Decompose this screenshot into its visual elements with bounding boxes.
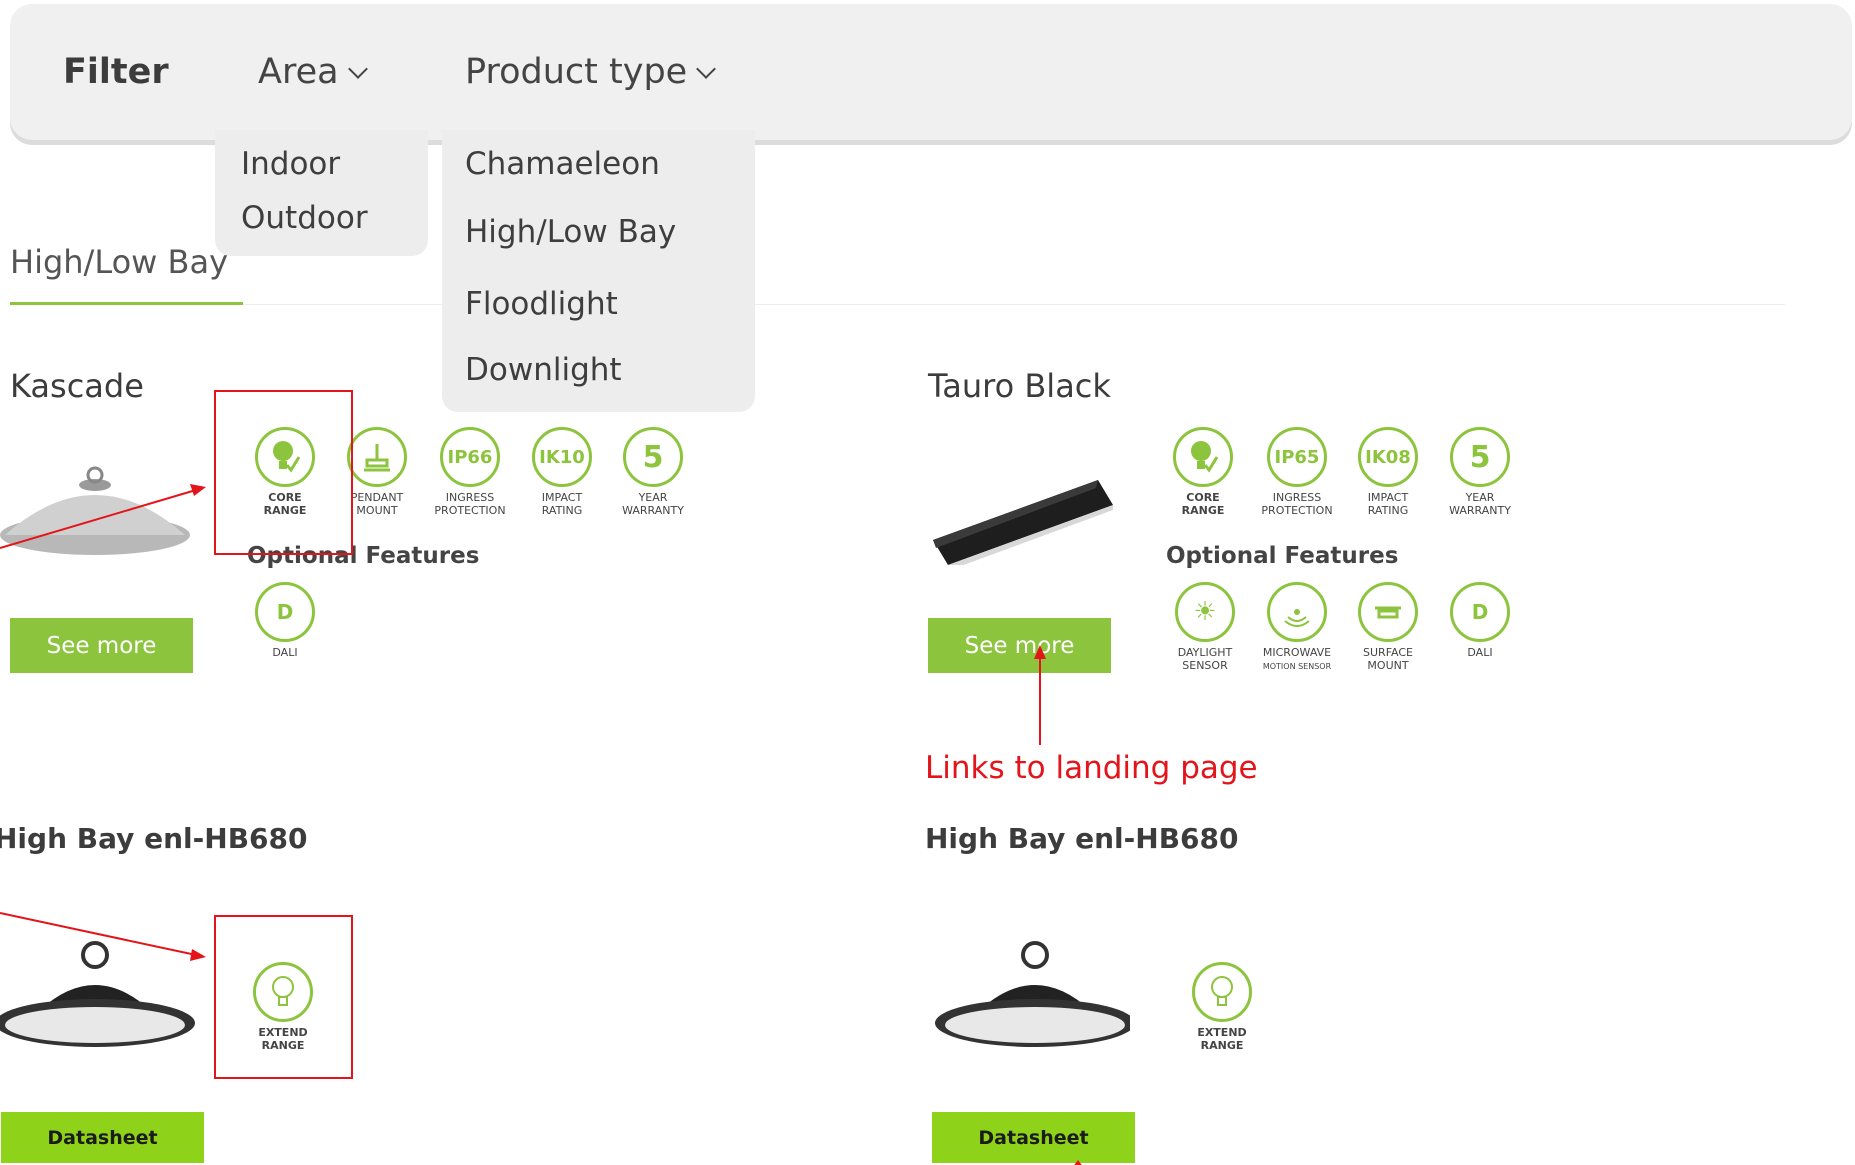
surface-icon bbox=[1358, 582, 1418, 642]
see-more-button[interactable]: See more bbox=[10, 618, 193, 673]
sun-icon: ☀ bbox=[1175, 582, 1235, 642]
product-image bbox=[935, 941, 1130, 1047]
area-menu: Indoor Outdoor bbox=[215, 130, 428, 256]
product-type-option-chamaeleon[interactable]: Chamaeleon bbox=[465, 146, 660, 182]
dali-icon: D bbox=[1450, 582, 1510, 642]
annotation-text: Links to landing page bbox=[925, 750, 1258, 786]
lightbulb-icon bbox=[1192, 962, 1252, 1022]
icon-label: SURFACE bbox=[1363, 646, 1413, 659]
lightbulb-check-icon bbox=[1173, 427, 1233, 487]
chevron-down-icon bbox=[347, 59, 368, 79]
area-option-indoor[interactable]: Indoor bbox=[241, 146, 340, 182]
section-underline bbox=[10, 302, 243, 305]
microwave-sensor-badge: MICROWAVE MOTION SENSOR bbox=[1247, 582, 1347, 673]
icon-label: RANGE bbox=[1181, 504, 1225, 517]
core-range-badge: CORE RANGE bbox=[1153, 427, 1253, 517]
icon-label: EXTEND bbox=[1197, 1026, 1247, 1039]
icon-label: YEAR bbox=[638, 491, 668, 504]
dali-icon: D bbox=[255, 582, 315, 642]
icon-label: SENSOR bbox=[1182, 659, 1228, 672]
surface-mount-badge: SURFACE MOUNT bbox=[1338, 582, 1438, 672]
five-year-icon: 5 bbox=[623, 427, 683, 487]
annotation-highlight-box bbox=[214, 390, 353, 555]
product-title: Kascade bbox=[10, 367, 144, 405]
icon-label: RANGE bbox=[1200, 1039, 1244, 1052]
icon-label: INGRESS bbox=[1272, 491, 1322, 504]
icon-label: RATING bbox=[1367, 504, 1409, 517]
datasheet-button[interactable]: Datasheet bbox=[932, 1112, 1135, 1163]
annotation-arrow bbox=[1034, 645, 1046, 745]
product-title: Tauro Black bbox=[928, 367, 1111, 405]
product-type-option-downlight[interactable]: Downlight bbox=[465, 352, 622, 388]
icon-label: PROTECTION bbox=[1261, 504, 1333, 517]
filter-title: Filter bbox=[63, 52, 169, 92]
five-year-icon: 5 bbox=[1450, 427, 1510, 487]
area-dropdown-label: Area bbox=[258, 52, 339, 92]
year-warranty-badge: 5 YEAR WARRANTY bbox=[1430, 427, 1530, 517]
icon-label: WARRANTY bbox=[1449, 504, 1511, 517]
annotation-arrow bbox=[0, 912, 206, 961]
datasheet-button[interactable]: Datasheet bbox=[1, 1112, 204, 1163]
ik08-icon: IK08 bbox=[1358, 427, 1418, 487]
product-title: High Bay enl-HB680 bbox=[925, 822, 1239, 855]
icon-label: CORE bbox=[1186, 491, 1220, 504]
pendant-icon bbox=[347, 427, 407, 487]
wave-icon bbox=[1267, 582, 1327, 642]
icon-label: WARRANTY bbox=[622, 504, 684, 517]
section-divider bbox=[10, 304, 1785, 305]
dali-badge: D DALI bbox=[1430, 582, 1530, 659]
icon-label: PENDANT bbox=[350, 491, 404, 504]
ingress-protection-badge: IP65 INGRESS PROTECTION bbox=[1247, 427, 1347, 517]
icon-label: INGRESS bbox=[445, 491, 495, 504]
ik10-icon: IK10 bbox=[532, 427, 592, 487]
icon-label: DALI bbox=[272, 646, 298, 659]
daylight-sensor-badge: ☀ DAYLIGHT SENSOR bbox=[1155, 582, 1255, 672]
icon-label: PROTECTION bbox=[434, 504, 506, 517]
product-type-option-floodlight[interactable]: Floodlight bbox=[465, 286, 618, 322]
annotation-arrow bbox=[0, 484, 206, 549]
icon-label: DAYLIGHT bbox=[1177, 646, 1233, 659]
product-type-dropdown-label: Product type bbox=[465, 52, 688, 92]
ip66-icon: IP66 bbox=[440, 427, 500, 487]
icon-label: DALI bbox=[1467, 646, 1493, 659]
ingress-protection-badge: IP66 INGRESS PROTECTION bbox=[420, 427, 520, 517]
see-more-button[interactable]: See more bbox=[928, 618, 1111, 673]
icon-label: MOTION SENSOR bbox=[1262, 662, 1332, 671]
year-warranty-badge: 5 YEAR WARRANTY bbox=[603, 427, 703, 517]
product-image bbox=[933, 480, 1113, 565]
icon-label: MOUNT bbox=[1367, 659, 1409, 672]
dali-badge: D DALI bbox=[235, 582, 335, 659]
product-type-dropdown[interactable]: Product type bbox=[465, 52, 717, 92]
product-type-option-high-low-bay[interactable]: High/Low Bay bbox=[465, 214, 676, 250]
icon-label: MOUNT bbox=[356, 504, 398, 517]
product-type-menu: Chamaeleon High/Low Bay Floodlight Downl… bbox=[442, 130, 755, 412]
impact-rating-badge: IK10 IMPACT RATING bbox=[512, 427, 612, 517]
icon-label: MICROWAVE bbox=[1262, 646, 1332, 659]
icon-label: IMPACT bbox=[541, 491, 583, 504]
area-dropdown[interactable]: Area bbox=[258, 52, 368, 92]
annotation-highlight-box bbox=[214, 915, 353, 1079]
optional-features-title: Optional Features bbox=[1166, 543, 1399, 569]
product-title: High Bay enl-HB680 bbox=[0, 822, 308, 855]
icon-label: YEAR bbox=[1465, 491, 1495, 504]
annotation-arrow bbox=[1074, 1160, 1082, 1165]
section-title: High/Low Bay bbox=[10, 243, 229, 281]
extend-range-badge: EXTEND RANGE bbox=[1172, 962, 1272, 1052]
chevron-down-icon bbox=[696, 59, 717, 79]
icon-label: IMPACT bbox=[1367, 491, 1409, 504]
ip65-icon: IP65 bbox=[1267, 427, 1327, 487]
area-option-outdoor[interactable]: Outdoor bbox=[241, 200, 368, 236]
impact-rating-badge: IK08 IMPACT RATING bbox=[1338, 427, 1438, 517]
icon-label: RATING bbox=[541, 504, 583, 517]
